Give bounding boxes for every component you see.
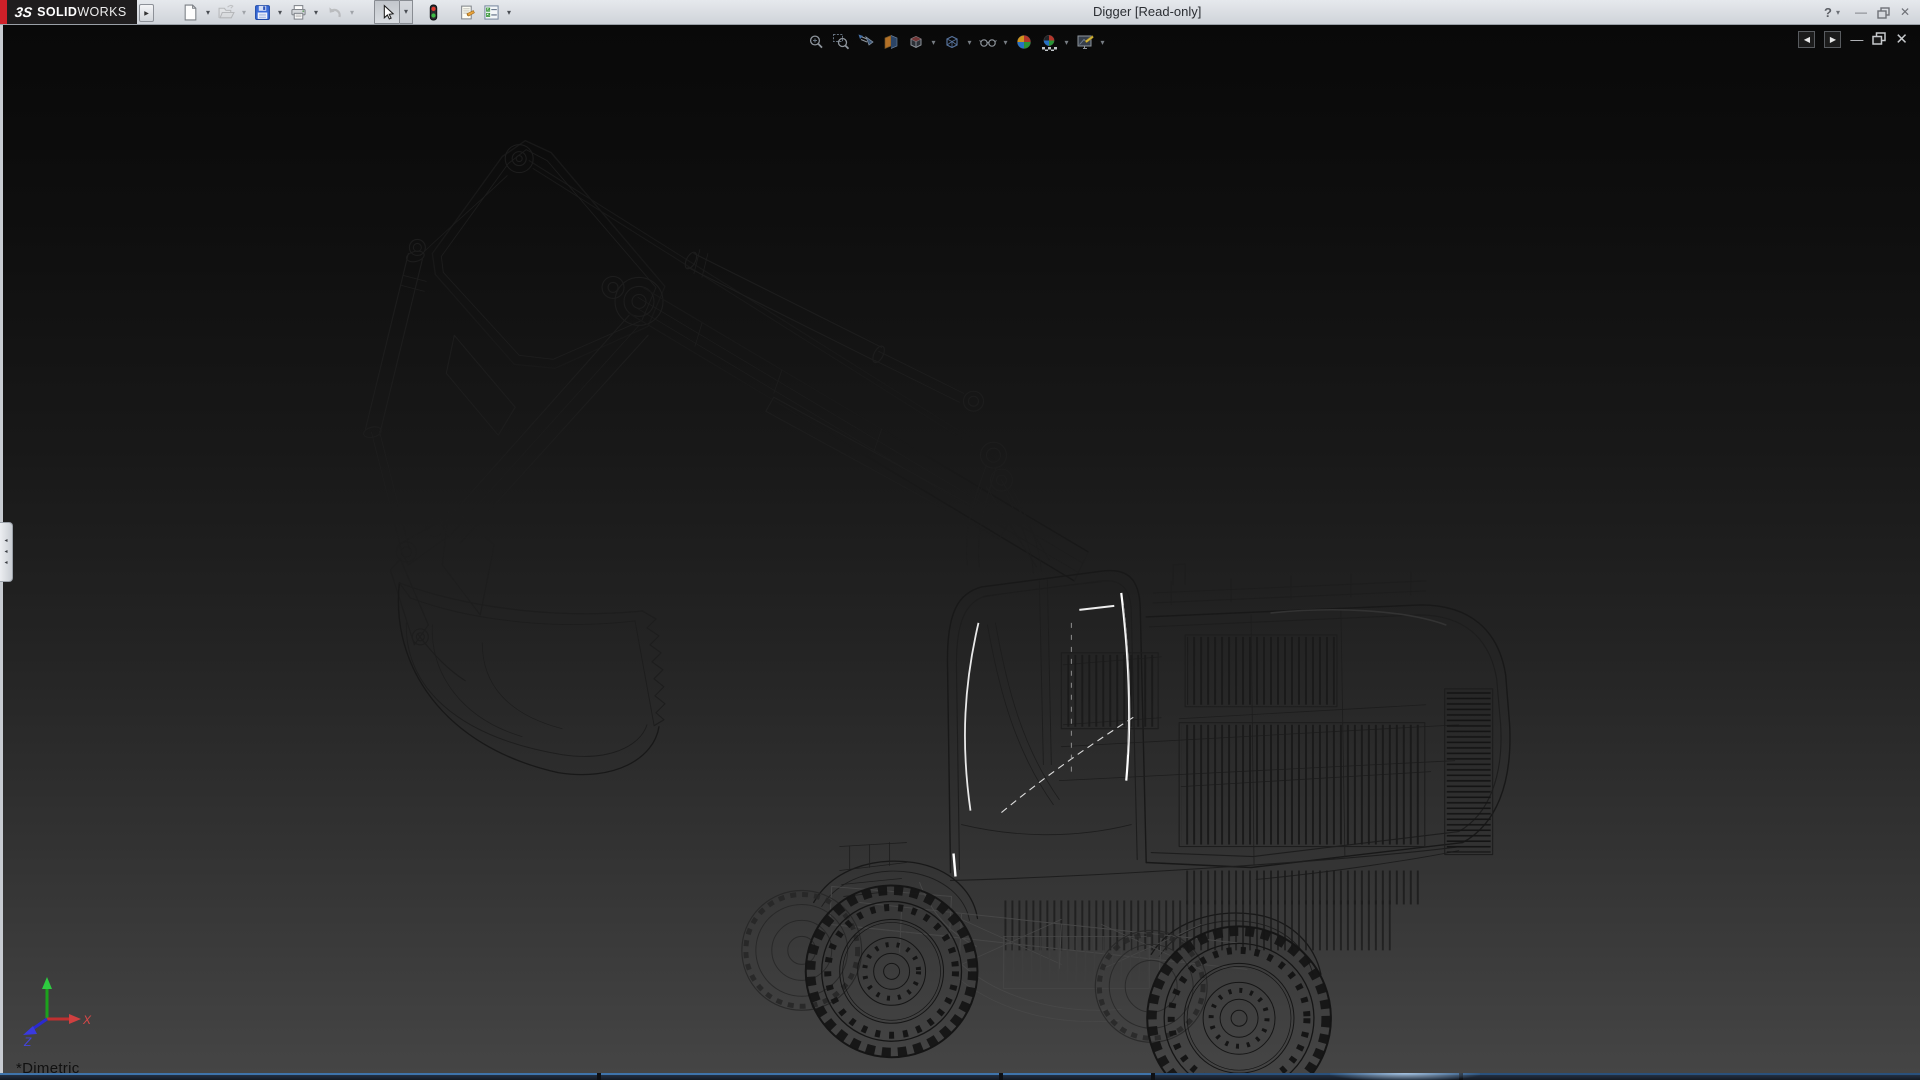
open-dropdown-caret: ▾ xyxy=(238,8,250,17)
zoom-to-area-icon xyxy=(832,33,850,51)
windows-taskbar-sliver[interactable] xyxy=(0,1073,1920,1080)
rebuild-button[interactable] xyxy=(421,1,445,23)
open-folder-icon xyxy=(218,4,235,21)
orientation-triad[interactable]: X Z xyxy=(11,973,97,1047)
document-restore-icon xyxy=(1872,32,1886,45)
taskbar-button[interactable] xyxy=(1463,1073,1920,1080)
menu-expand-icon: ▶ xyxy=(144,10,149,17)
view-settings-icon xyxy=(1076,33,1094,51)
hide-show-items-button[interactable] xyxy=(975,30,1000,54)
edit-appearance-button[interactable] xyxy=(1011,30,1036,54)
select-tool-button[interactable] xyxy=(374,0,400,24)
options-dropdown-caret[interactable]: ▾ xyxy=(503,8,515,17)
triad-y-arrowhead xyxy=(42,977,52,989)
triad-z-label: Z xyxy=(23,1035,32,1047)
display-style-icon xyxy=(943,33,961,51)
zoom-to-fit-icon xyxy=(807,33,825,51)
close-button[interactable]: ✕ xyxy=(1896,5,1914,19)
section-view-icon xyxy=(882,33,900,51)
wheel-front-near xyxy=(806,885,978,1057)
solidworks-logo: 3S SOLIDWORKS xyxy=(7,0,137,24)
featuremanager-collapsed-tab[interactable]: ◂ ◂ ◂ xyxy=(0,522,13,582)
edit-appearance-icon xyxy=(1015,33,1033,51)
taskbar-button[interactable] xyxy=(0,1073,597,1080)
options-button[interactable] xyxy=(479,1,503,23)
document-minimize-button[interactable]: — xyxy=(1850,32,1863,47)
headsup-view-toolbar: ▾ ▾ ▾ ▾ ▾ xyxy=(803,30,1108,54)
triad-x-arrowhead xyxy=(69,1014,81,1024)
previous-view-icon xyxy=(857,33,875,51)
rebuild-traffic-light-icon xyxy=(425,4,442,21)
pane-tab-arrow-icon: ◂ xyxy=(4,549,7,555)
view-settings-caret[interactable]: ▾ xyxy=(1097,38,1108,47)
document-close-button[interactable]: ✕ xyxy=(1895,32,1908,47)
section-view-button[interactable] xyxy=(878,30,903,54)
restore-icon xyxy=(1877,7,1890,19)
display-style-button[interactable] xyxy=(939,30,964,54)
open-document-button[interactable] xyxy=(214,1,238,23)
display-style-caret[interactable]: ▾ xyxy=(964,38,975,47)
restore-button[interactable] xyxy=(1874,5,1892,19)
new-document-icon xyxy=(182,4,199,21)
taskbar-glow xyxy=(1330,1073,1480,1080)
save-button[interactable] xyxy=(250,1,274,23)
pane-tab-arrow-icon: ◂ xyxy=(4,560,7,566)
print-icon xyxy=(290,4,307,21)
view-settings-button[interactable] xyxy=(1072,30,1097,54)
previous-view-button[interactable] xyxy=(853,30,878,54)
file-properties-button[interactable] xyxy=(455,1,479,23)
menu-expand-button[interactable]: ▶ xyxy=(139,4,154,22)
taskbar-button[interactable] xyxy=(601,1073,999,1080)
hide-show-items-caret[interactable]: ▾ xyxy=(1000,38,1011,47)
apply-scene-caret[interactable]: ▾ xyxy=(1061,38,1072,47)
model-wireframe-digger[interactable] xyxy=(3,25,1920,1073)
solidworks-logo-mark: 3S xyxy=(14,4,33,20)
options-icon xyxy=(483,4,500,21)
save-icon xyxy=(254,4,271,21)
standard-toolbar: ▾ ▾ ▾ ▾ ▾ ▾ ▾ xyxy=(178,0,515,24)
brand-red-stripe xyxy=(0,0,7,24)
apply-scene-icon xyxy=(1040,33,1058,51)
select-dropdown-caret[interactable]: ▾ xyxy=(400,0,413,24)
print-dropdown-caret[interactable]: ▾ xyxy=(310,8,322,17)
titlebar-controls: ? ▾ — ✕ xyxy=(1824,0,1914,24)
solidworks-logo-text: SOLIDWORKS xyxy=(37,5,126,19)
zoom-to-fit-button[interactable] xyxy=(803,30,828,54)
new-dropdown-caret[interactable]: ▾ xyxy=(202,8,214,17)
file-properties-icon xyxy=(459,4,476,21)
save-dropdown-caret[interactable]: ▾ xyxy=(274,8,286,17)
select-cursor-icon xyxy=(379,4,396,21)
new-document-button[interactable] xyxy=(178,1,202,23)
taskbar-button[interactable] xyxy=(1003,1073,1151,1080)
apply-scene-button[interactable] xyxy=(1036,30,1061,54)
zoom-to-area-button[interactable] xyxy=(828,30,853,54)
triad-x-label: X xyxy=(82,1013,92,1027)
collapse-right-pane-icon[interactable]: ▶ xyxy=(1824,31,1841,48)
view-orientation-button[interactable] xyxy=(903,30,928,54)
hide-show-items-icon xyxy=(979,33,997,51)
document-window-controls: ◀ ▶ — ✕ xyxy=(1798,31,1908,48)
cab-highlight-edges xyxy=(954,593,1138,877)
view-orientation-caret[interactable]: ▾ xyxy=(928,38,939,47)
view-orientation-icon xyxy=(907,33,925,51)
window-title: Digger [Read-only] xyxy=(1093,0,1201,24)
pane-tab-arrow-icon: ◂ xyxy=(4,538,7,544)
undo-dropdown-caret: ▾ xyxy=(346,8,358,17)
print-button[interactable] xyxy=(286,1,310,23)
collapse-left-pane-icon[interactable]: ◀ xyxy=(1798,31,1815,48)
undo-icon xyxy=(326,4,343,21)
minimize-button[interactable]: — xyxy=(1852,5,1870,19)
document-restore-button[interactable] xyxy=(1872,32,1886,48)
help-dropdown-caret[interactable]: ▾ xyxy=(1836,8,1840,17)
titlebar: 3S SOLIDWORKS ▶ ▾ ▾ ▾ ▾ ▾ ▾ xyxy=(0,0,1920,25)
graphics-area[interactable]: ▾ ▾ ▾ ▾ ▾ ◀ ▶ — ✕ ◂ ◂ ◂ xyxy=(0,25,1920,1073)
help-icon[interactable]: ? xyxy=(1824,5,1832,20)
undo-button[interactable] xyxy=(322,1,346,23)
